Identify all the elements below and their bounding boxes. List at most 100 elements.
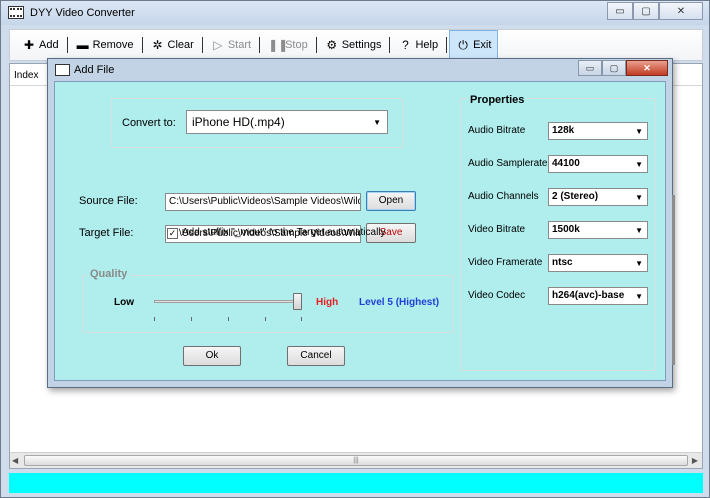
chevron-down-icon: ▼: [635, 292, 643, 301]
chevron-down-icon: ▼: [635, 193, 643, 202]
slider-tick: [191, 317, 192, 321]
help-label: Help: [415, 39, 439, 51]
source-file-input[interactable]: C:\Users\Public\Videos\Sample Videos\Wil…: [165, 193, 361, 211]
clear-label: Clear: [167, 39, 194, 51]
audio-channels-value: 2 (Stereo): [552, 191, 599, 202]
video-bitrate-select[interactable]: 1500k ▼: [548, 221, 648, 239]
open-button[interactable]: Open: [366, 191, 416, 211]
dialog-title: Add File: [74, 64, 115, 76]
power-icon: ⏻: [458, 37, 468, 52]
toolbar-separator: [66, 37, 68, 53]
add-stuffix-checkbox[interactable]: ✓: [167, 228, 178, 239]
horizontal-scrollbar[interactable]: ◀ ||| ▶: [10, 452, 702, 468]
video-framerate-select[interactable]: ntsc ▼: [548, 254, 648, 272]
slider-tick: [265, 317, 266, 321]
app-title: DYY Video Converter: [30, 7, 135, 19]
slider-tick: [301, 317, 302, 321]
audio-bitrate-label: Audio Bitrate: [468, 125, 526, 136]
toolbar: ✚ Add ▬ Remove ✲ Clear ▷ Start ❚❚ Stop ⚙…: [9, 29, 703, 61]
remove-label: Remove: [92, 39, 134, 51]
clear-button[interactable]: ✲ Clear: [145, 30, 200, 60]
video-framerate-label: Video Framerate: [468, 257, 543, 268]
chevron-down-icon: ▼: [635, 160, 643, 169]
status-bar: [9, 473, 703, 493]
exit-button[interactable]: ⏻ Exit: [449, 30, 499, 60]
dialog-maximize-button[interactable]: ▢: [602, 60, 626, 76]
dialog-minimize-button[interactable]: ▭: [578, 60, 602, 76]
quality-legend: Quality: [87, 268, 131, 280]
scroll-left-icon[interactable]: ◀: [12, 456, 18, 465]
toolbar-separator: [201, 37, 203, 53]
exit-label: Exit: [473, 39, 492, 51]
slider-tick: [228, 317, 229, 321]
film-icon: [55, 64, 70, 76]
toolbar-separator: [141, 37, 143, 53]
audio-bitrate-select[interactable]: 128k ▼: [548, 122, 648, 140]
toolbar-separator: [446, 37, 448, 53]
dialog-title-bar: Add File ▭ ▢ ✕: [48, 59, 672, 81]
audio-bitrate-value: 128k: [552, 125, 575, 136]
scroll-right-icon[interactable]: ▶: [692, 456, 698, 465]
help-icon: ?: [402, 38, 409, 52]
video-codec-select[interactable]: h264(avc)-base ▼: [548, 287, 648, 305]
dialog-window-controls: ▭ ▢ ✕: [578, 60, 668, 76]
add-stuffix-label: Add stuffix "_mout" to the Target automa…: [182, 227, 386, 238]
toolbar-separator: [259, 37, 261, 53]
chevron-down-icon: ▼: [635, 226, 643, 235]
dialog-body: Convert to: iPhone HD(.mp4) ▼ Source Fil…: [54, 81, 666, 381]
plus-icon: ✚: [23, 38, 35, 52]
video-codec-value: h264(avc)-base: [552, 290, 625, 301]
ok-button[interactable]: Ok: [183, 346, 241, 366]
quality-level-label: Level 5 (Highest): [359, 297, 440, 308]
audio-channels-select[interactable]: 2 (Stereo) ▼: [548, 188, 648, 206]
film-icon: [8, 6, 24, 19]
help-button[interactable]: ? Help: [392, 30, 444, 60]
play-icon: ▷: [213, 38, 223, 52]
clear-icon: ✲: [152, 38, 163, 52]
convert-to-group: Convert to: iPhone HD(.mp4) ▼: [111, 98, 403, 148]
chevron-down-icon: ▼: [635, 259, 643, 268]
cancel-button[interactable]: Cancel: [287, 346, 345, 366]
column-index[interactable]: Index: [14, 70, 38, 81]
toolbar-separator: [315, 37, 317, 53]
audio-samplerate-label: Audio Samplerate: [468, 158, 548, 169]
convert-to-select[interactable]: iPhone HD(.mp4) ▼: [186, 110, 388, 134]
chevron-down-icon: ▼: [635, 127, 643, 136]
quality-slider-track[interactable]: [154, 300, 302, 303]
scroll-thumb[interactable]: |||: [24, 455, 688, 466]
toolbar-separator: [389, 37, 391, 53]
video-bitrate-label: Video Bitrate: [468, 224, 526, 235]
add-file-dialog: Add File ▭ ▢ ✕ Convert to: iPhone HD(.mp…: [47, 58, 675, 388]
quality-slider-thumb[interactable]: [293, 293, 302, 310]
close-button[interactable]: ✕: [659, 2, 703, 20]
stop-label: Stop: [285, 39, 308, 51]
audio-samplerate-select[interactable]: 44100 ▼: [548, 155, 648, 173]
properties-title: Properties: [468, 94, 527, 106]
dialog-close-button[interactable]: ✕: [626, 60, 668, 76]
start-button[interactable]: ▷ Start: [205, 30, 257, 60]
chevron-down-icon: ▼: [373, 118, 381, 127]
title-bar: DYY Video Converter ▭ ▢ ✕: [1, 1, 709, 25]
slider-tick: [154, 317, 155, 321]
audio-samplerate-value: 44100: [552, 158, 580, 169]
add-label: Add: [39, 39, 59, 51]
add-button[interactable]: ✚ Add: [16, 30, 65, 60]
video-framerate-value: ntsc: [552, 257, 573, 268]
gear-icon: ⚙: [326, 38, 338, 52]
pause-icon: ❚❚: [268, 38, 289, 52]
minimize-button[interactable]: ▭: [607, 2, 633, 20]
remove-button[interactable]: ▬ Remove: [70, 30, 140, 60]
minus-icon: ▬: [76, 38, 89, 52]
target-file-label: Target File:: [79, 227, 134, 239]
convert-to-value: iPhone HD(.mp4): [192, 115, 285, 129]
audio-channels-label: Audio Channels: [468, 191, 539, 202]
video-bitrate-value: 1500k: [552, 224, 580, 235]
settings-label: Settings: [341, 39, 382, 51]
settings-button[interactable]: ⚙ Settings: [319, 30, 388, 60]
video-codec-label: Video Codec: [468, 290, 526, 301]
maximize-button[interactable]: ▢: [633, 2, 659, 20]
window-controls: ▭ ▢ ✕: [607, 2, 703, 20]
quality-group: Quality Low High Level 5 (Highest): [82, 268, 454, 333]
dialog-edge-shadow: [672, 195, 675, 365]
stop-button[interactable]: ❚❚ Stop: [262, 30, 314, 60]
